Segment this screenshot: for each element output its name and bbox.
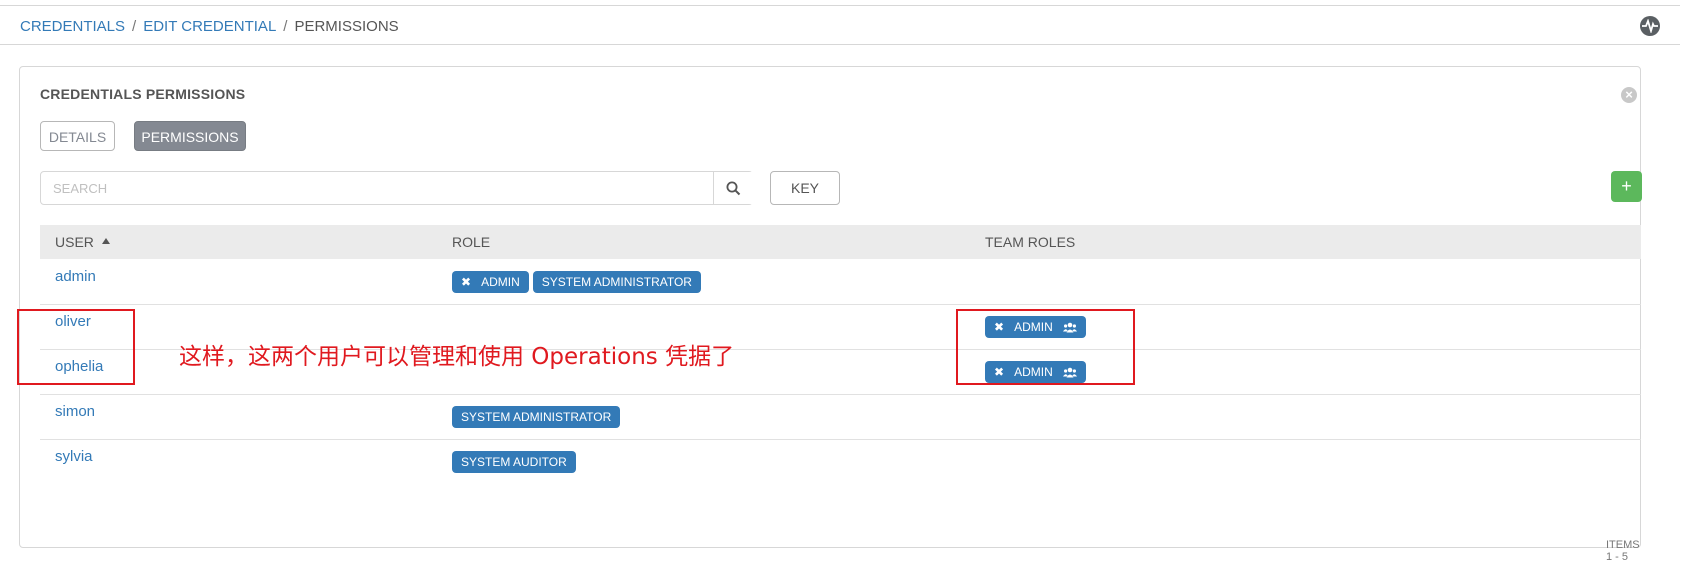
breadcrumb-current: PERMISSIONS (294, 18, 399, 35)
tab-permissions[interactable]: PERMISSIONS (134, 121, 246, 151)
breadcrumb-separator: / (283, 18, 288, 35)
role-tag: SYSTEM AUDITOR (452, 451, 576, 473)
column-header-role: ROLE (452, 234, 491, 250)
annotation-text: 这样，这两个用户可以管理和使用 Operations 凭据了 (179, 344, 735, 370)
table-row: simon SYSTEM ADMINISTRATOR (40, 394, 1641, 440)
table-header: USER ROLE TEAM ROLES (40, 225, 1641, 259)
annotation-box-users (17, 309, 135, 385)
annotation-box-team-roles (956, 309, 1135, 385)
search-icon (726, 181, 741, 196)
role-cell: ✖ ADMIN SYSTEM ADMINISTRATOR (452, 271, 705, 293)
table-row: admin ✖ ADMIN SYSTEM ADMINISTRATOR (40, 259, 1641, 305)
pagination-items-count: ITEMS 1 - 5 (1606, 539, 1640, 563)
close-icon[interactable]: × (1621, 87, 1637, 103)
column-header-team-roles: TEAM ROLES (985, 234, 1076, 250)
table-row: sylvia SYSTEM AUDITOR (40, 439, 1641, 484)
role-cell: SYSTEM ADMINISTRATOR (452, 406, 624, 428)
tab-details[interactable]: DETAILS (40, 121, 115, 151)
breadcrumb-bar: CREDENTIALS / EDIT CREDENTIAL / PERMISSIONS (0, 6, 1680, 45)
role-cell: SYSTEM AUDITOR (452, 451, 580, 473)
role-tag: ✖ ADMIN (452, 271, 529, 293)
breadcrumb-credentials[interactable]: CREDENTIALS (20, 18, 125, 35)
add-permission-button[interactable]: + (1611, 171, 1642, 202)
search-input[interactable] (41, 172, 711, 204)
sort-ascending-icon[interactable] (101, 238, 110, 244)
user-link[interactable]: sylvia (55, 448, 93, 465)
activity-stream-icon[interactable] (1640, 16, 1660, 36)
search-button[interactable] (713, 172, 753, 204)
user-link[interactable]: simon (55, 403, 95, 420)
search-box (40, 171, 753, 205)
remove-role-icon[interactable]: ✖ (461, 275, 471, 289)
breadcrumb: CREDENTIALS / EDIT CREDENTIAL / PERMISSIONS (20, 18, 399, 35)
breadcrumb-separator: / (132, 18, 137, 35)
role-tag: SYSTEM ADMINISTRATOR (532, 271, 701, 293)
column-header-user[interactable]: USER (55, 225, 110, 259)
role-tag: SYSTEM ADMINISTRATOR (452, 406, 621, 428)
permissions-panel: CREDENTIALS PERMISSIONS × DETAILS PERMIS… (19, 66, 1642, 563)
breadcrumb-edit-credential[interactable]: EDIT CREDENTIAL (143, 18, 276, 35)
panel-title: CREDENTIALS PERMISSIONS (40, 86, 246, 102)
key-button[interactable]: KEY (770, 171, 840, 205)
user-link[interactable]: admin (55, 268, 96, 285)
